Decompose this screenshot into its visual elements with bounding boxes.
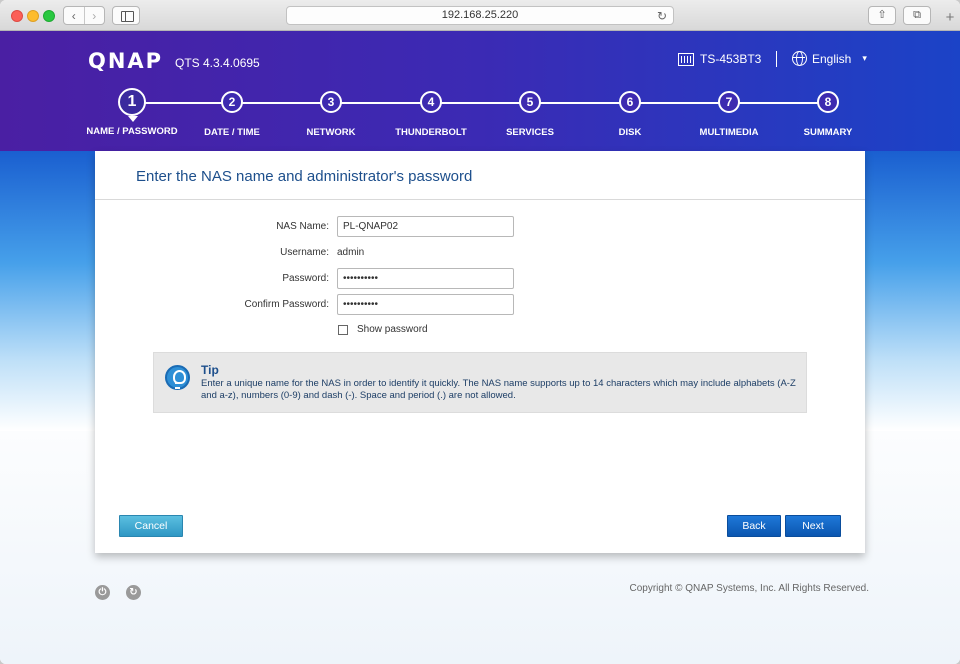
step-number: 8 bbox=[817, 91, 839, 113]
share-icon[interactable]: ⇧ bbox=[868, 6, 896, 25]
device-model-label: TS-453BT3 bbox=[700, 52, 762, 66]
device-model: TS-453BT3 bbox=[678, 52, 761, 66]
step-label: SUMMARY bbox=[803, 127, 853, 138]
step-number: 2 bbox=[221, 91, 243, 113]
page-title: Enter the NAS name and administrator's p… bbox=[136, 168, 473, 185]
step-label: SERVICES bbox=[506, 127, 554, 138]
confirm-password-field[interactable] bbox=[337, 294, 514, 315]
tip-box: Tip Enter a unique name for the NAS in o… bbox=[153, 352, 807, 413]
nas-device-icon bbox=[678, 52, 694, 66]
step-disk: 6 DISK bbox=[580, 90, 680, 138]
title-divider bbox=[95, 199, 865, 200]
language-selector[interactable]: English ▾ bbox=[792, 51, 867, 66]
show-password-checkbox[interactable] bbox=[338, 325, 348, 335]
sidebar-toggle-icon[interactable] bbox=[112, 6, 140, 25]
step-date-time: 2 DATE / TIME bbox=[182, 90, 282, 138]
header-divider bbox=[776, 51, 777, 67]
step-number: 7 bbox=[718, 91, 740, 113]
step-services: 5 SERVICES bbox=[480, 90, 580, 138]
new-tab-icon[interactable]: + bbox=[940, 9, 960, 29]
left-decoration bbox=[0, 151, 95, 431]
nas-name-label: NAS Name: bbox=[276, 221, 329, 232]
restart-icon[interactable]: ↻ bbox=[126, 585, 141, 600]
power-icon[interactable]: ⏻ bbox=[95, 585, 110, 600]
confirm-password-label: Confirm Password: bbox=[244, 299, 329, 310]
copyright-text: Copyright © QNAP Systems, Inc. All Right… bbox=[629, 583, 870, 594]
step-thunderbolt: 4 THUNDERBOLT bbox=[381, 90, 481, 138]
minimize-window-button[interactable] bbox=[27, 10, 39, 22]
lightbulb-icon bbox=[165, 365, 190, 390]
tip-text: Enter a unique name for the NAS in order… bbox=[201, 378, 796, 401]
step-label: DISK bbox=[618, 127, 642, 138]
password-label: Password: bbox=[282, 273, 329, 284]
next-button[interactable]: Next bbox=[785, 515, 841, 537]
step-number: 3 bbox=[320, 91, 342, 113]
zoom-window-button[interactable] bbox=[43, 10, 55, 22]
step-label: DATE / TIME bbox=[204, 127, 260, 138]
globe-icon bbox=[792, 51, 807, 66]
step-label: MULTIMEDIA bbox=[699, 127, 759, 138]
username-value: admin bbox=[337, 247, 365, 258]
nas-name-input[interactable] bbox=[337, 216, 514, 237]
url-text: 192.168.25.220 bbox=[441, 9, 519, 21]
step-multimedia: 7 MULTIMEDIA bbox=[679, 90, 779, 138]
username-label: Username: bbox=[280, 247, 329, 258]
wizard-page: QNAP QTS 4.3.4.0695 TS-453BT3 English ▾ … bbox=[0, 31, 960, 664]
step-summary: 8 SUMMARY bbox=[778, 90, 878, 138]
qnap-logo: QNAP bbox=[88, 49, 164, 73]
browser-titlebar: ‹ › 192.168.25.220 ↻ ⇧ ⧉ + bbox=[0, 0, 960, 31]
step-name-password: 1 NAME / PASSWORD bbox=[82, 88, 182, 137]
wizard-card: Enter the NAS name and administrator's p… bbox=[95, 151, 865, 553]
step-label: NETWORK bbox=[306, 127, 356, 138]
history-nav: ‹ › bbox=[63, 6, 105, 25]
address-bar[interactable]: 192.168.25.220 ↻ bbox=[286, 6, 674, 25]
firmware-version: QTS 4.3.4.0695 bbox=[175, 56, 260, 70]
back-nav-icon[interactable]: ‹ bbox=[64, 7, 84, 24]
password-field[interactable] bbox=[337, 268, 514, 289]
right-decoration bbox=[865, 151, 960, 431]
step-number: 5 bbox=[519, 91, 541, 113]
step-label: THUNDERBOLT bbox=[395, 127, 467, 138]
step-network: 3 NETWORK bbox=[281, 90, 381, 138]
step-number: 6 bbox=[619, 91, 641, 113]
step-number: 4 bbox=[420, 91, 442, 113]
step-label: NAME / PASSWORD bbox=[86, 126, 178, 137]
show-password-label[interactable]: Show password bbox=[357, 324, 428, 335]
cancel-button[interactable]: Cancel bbox=[119, 515, 183, 537]
step-number: 1 bbox=[118, 88, 146, 122]
close-window-button[interactable] bbox=[11, 10, 23, 22]
tip-title: Tip bbox=[201, 363, 219, 377]
chevron-down-icon: ▾ bbox=[862, 53, 867, 63]
reload-icon[interactable]: ↻ bbox=[657, 8, 667, 25]
back-button[interactable]: Back bbox=[727, 515, 781, 537]
browser-window: ‹ › 192.168.25.220 ↻ ⇧ ⧉ + QNAP QTS 4.3.… bbox=[0, 0, 960, 664]
language-label: English bbox=[812, 51, 852, 66]
tabs-overview-icon[interactable]: ⧉ bbox=[903, 6, 931, 25]
forward-nav-icon[interactable]: › bbox=[83, 7, 105, 24]
